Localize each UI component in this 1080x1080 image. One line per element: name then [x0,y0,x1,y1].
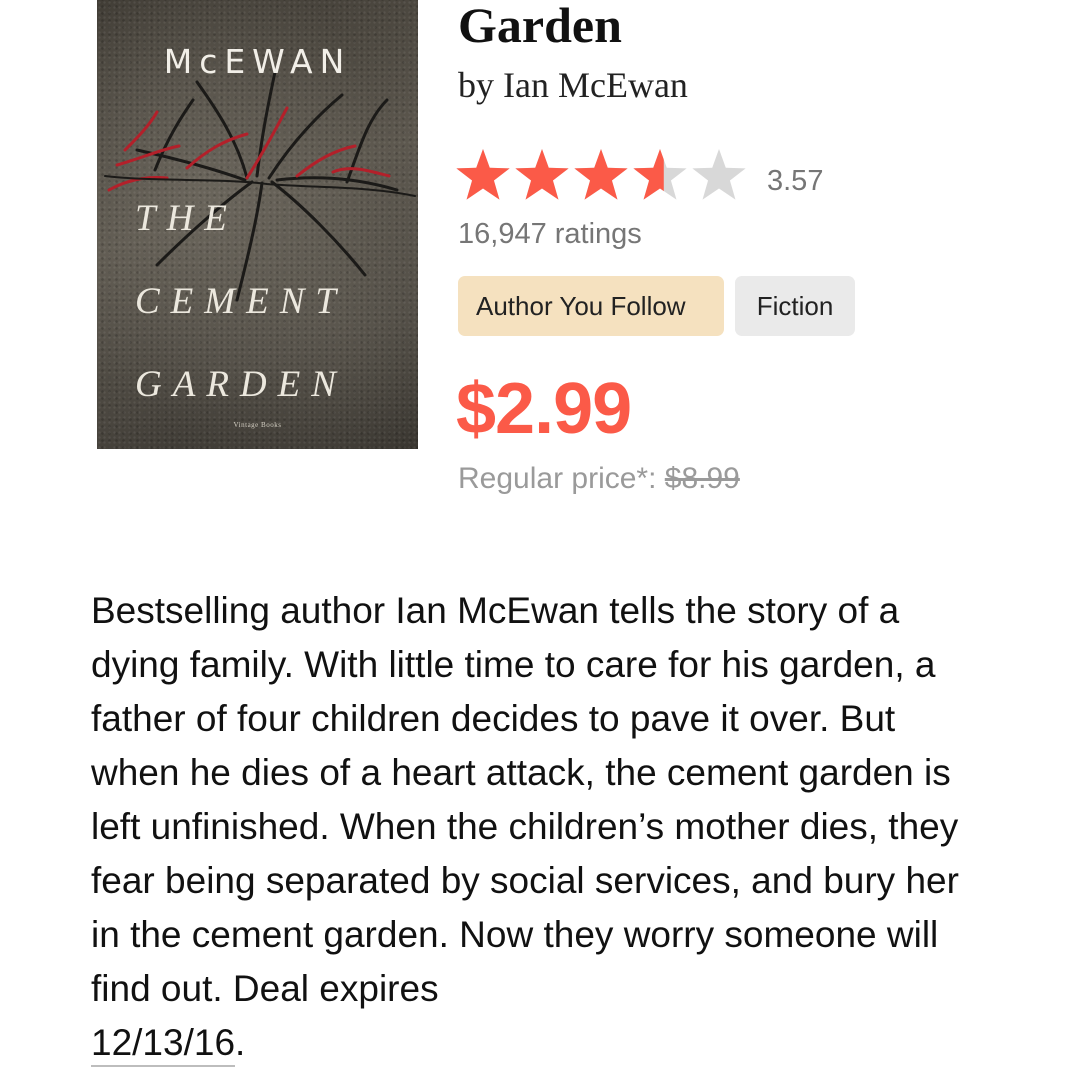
star-rating [456,149,746,200]
cover-author-name: McEWAN [163,42,352,81]
description-text: Bestselling author Ian McEwan tells the … [91,590,959,1009]
cover-publisher: Vintage Books [233,421,282,429]
star-icon [692,149,746,200]
regular-price-label: Regular price*: [458,462,657,495]
star-icon [456,149,510,200]
deal-date-period: . [235,1022,246,1063]
regular-price-row: Regular price*: $8.99 [458,462,740,496]
book-title: Garden [458,0,622,53]
regular-price: $8.99 [664,462,740,495]
cover-title-line: THE [135,198,238,239]
cover-title-line: GARDEN [135,364,347,405]
book-byline[interactable]: by Ian McEwan [458,64,688,106]
book-description: Bestselling author Ian McEwan tells the … [91,584,991,1070]
rating-count[interactable]: 16,947 ratings [458,218,642,251]
rating-value: 3.57 [767,165,824,197]
sale-price: $2.99 [456,369,632,449]
book-cover[interactable]: McEWAN THE CEMENT GARDEN Vintage Books [97,0,418,449]
tag-fiction[interactable]: Fiction [735,276,855,336]
star-icon [574,149,628,200]
cover-title-line: CEMENT [135,281,347,322]
star-icon [515,149,569,200]
tag-author-you-follow[interactable]: Author You Follow [458,276,724,336]
deal-expiry-date: 12/13/16 [91,1021,236,1067]
star-icon [633,149,687,200]
